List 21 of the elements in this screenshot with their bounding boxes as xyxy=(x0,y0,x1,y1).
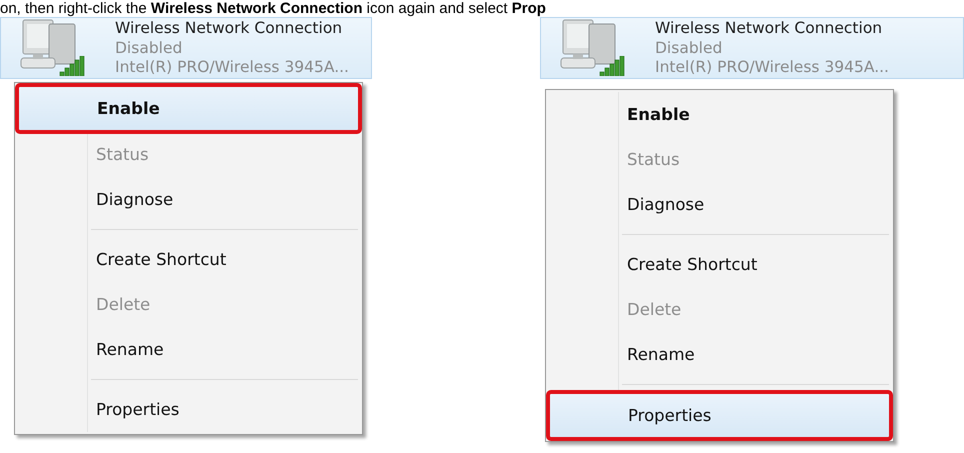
adapter-name: Wireless Network Connection xyxy=(115,19,344,38)
network-adapter-tile[interactable]: Wireless Network Connection Disabled Intel(R) PRO/Wireless 3945A... xyxy=(540,17,964,79)
menu-item[interactable]: Properties xyxy=(17,387,360,432)
menu-item[interactable]: Enable xyxy=(17,85,360,132)
menu-item[interactable]: Create Shortcut xyxy=(548,242,891,287)
menu-item[interactable]: Diagnose xyxy=(17,177,360,222)
signal-bars-icon xyxy=(59,56,85,76)
adapter-device: Intel(R) PRO/Wireless 3945A... xyxy=(655,58,889,78)
instruction-text: on, then right-click the Wireless Network Connection icon again and select Prop xyxy=(0,0,547,17)
menu-item[interactable]: Rename xyxy=(17,327,360,372)
adapter-device: Intel(R) PRO/Wireless 3945A... xyxy=(115,58,349,78)
adapter-status: Disabled xyxy=(115,38,184,58)
menu-item[interactable]: Properties xyxy=(548,392,891,439)
network-adapter-tile[interactable]: Wireless Network Connection Disabled Intel(R) PRO/Wireless 3945A... xyxy=(0,17,372,79)
adapter-status: Disabled xyxy=(655,38,724,58)
menu-item[interactable]: Diagnose xyxy=(548,182,891,227)
adapter-name: Wireless Network Connection xyxy=(655,19,884,38)
menu-item[interactable]: Rename xyxy=(548,332,891,377)
menu-item[interactable]: Create Shortcut xyxy=(17,237,360,282)
menu-item[interactable]: Enable xyxy=(548,92,891,137)
signal-bars-icon xyxy=(599,56,625,76)
